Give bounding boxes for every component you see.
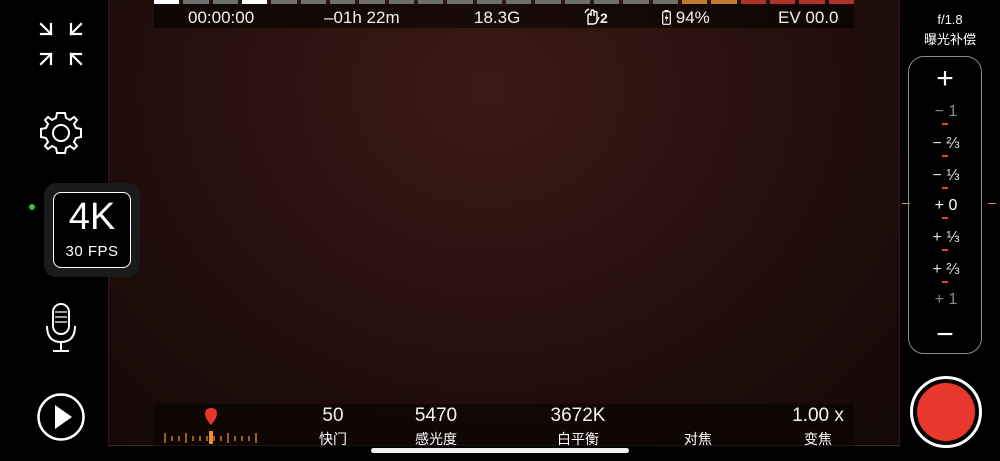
location-pin-icon (205, 408, 217, 425)
gear-icon[interactable] (37, 109, 85, 157)
exposure-compensation-label: 曝光补偿 (923, 32, 976, 47)
shutter-label: 快门 (319, 431, 347, 447)
exposure-value: EV 00.0 (778, 8, 839, 27)
ev-step[interactable]: + ⅓ (909, 229, 983, 247)
zoom-label: 变焦 (804, 431, 832, 447)
timecode: 00:00:00 (188, 8, 255, 27)
battery-percent: 94% (675, 8, 710, 27)
ev-step[interactable]: − 1 (909, 103, 983, 121)
ev-marker-right (988, 203, 996, 204)
ev-decrease-button[interactable]: − (909, 319, 981, 351)
focus-ruler[interactable] (162, 406, 262, 444)
zoom-value: 1.00 x (792, 405, 844, 426)
resolution-label: 4K (68, 196, 116, 238)
camera-viewfinder[interactable] (108, 0, 900, 446)
stabilization-count: 2 (600, 10, 608, 26)
resolution-button[interactable]: 4K 30 FPS (53, 192, 131, 268)
bottom-controls-bar: 50 快门 5470 感光度 3672K 白平衡 对焦 1.00 x 变焦 (154, 404, 854, 447)
shutter-value: 50 (322, 405, 344, 426)
ev-tick (942, 187, 948, 189)
iso-value: 5470 (414, 405, 458, 426)
ev-step[interactable]: − ⅔ (909, 135, 983, 153)
hand-stabilization-icon (584, 8, 600, 25)
battery-indicator: 94% (662, 8, 710, 28)
fps-label: 30 FPS (65, 243, 119, 260)
aperture-value: f/1.8 (937, 12, 963, 27)
white-balance-value: 3672K (550, 405, 606, 426)
home-indicator[interactable] (371, 448, 629, 453)
battery-charging-icon (662, 10, 671, 25)
remaining-time: –01h 22m (324, 8, 400, 27)
ev-step-current[interactable]: + 0 (909, 197, 983, 215)
ev-increase-button[interactable]: + (909, 63, 981, 95)
iso-label: 感光度 (415, 431, 457, 447)
focus-label: 对焦 (684, 431, 712, 447)
play-icon[interactable] (36, 392, 86, 442)
record-button[interactable] (910, 376, 982, 448)
white-balance-label: 白平衡 (557, 431, 599, 447)
ev-step[interactable]: − ⅓ (909, 167, 983, 185)
storage-remaining: 18.3G (474, 8, 521, 27)
aperture-readout: f/1.8 曝光补偿 (910, 10, 990, 50)
microphone-icon[interactable] (44, 302, 78, 354)
record-button-core (917, 383, 975, 441)
exposure-compensation-panel[interactable]: + − 1 − ⅔ − ⅓ + 0 + ⅓ + ⅔ + 1 − (908, 56, 982, 354)
ev-tick (942, 281, 948, 283)
stabilization-indicator: 2 (584, 8, 608, 28)
collapse-arrows-icon[interactable] (38, 20, 84, 70)
ev-tick (942, 217, 948, 219)
ev-tick (942, 249, 948, 251)
ev-tick (942, 155, 948, 157)
ev-step[interactable]: + ⅔ (909, 261, 983, 279)
status-dot (29, 204, 35, 210)
ev-step[interactable]: + 1 (909, 291, 983, 309)
ev-tick (942, 123, 948, 125)
top-status-bar: 00:00:00 –01h 22m 18.3G 2 94% EV 00.0 (154, 4, 854, 28)
